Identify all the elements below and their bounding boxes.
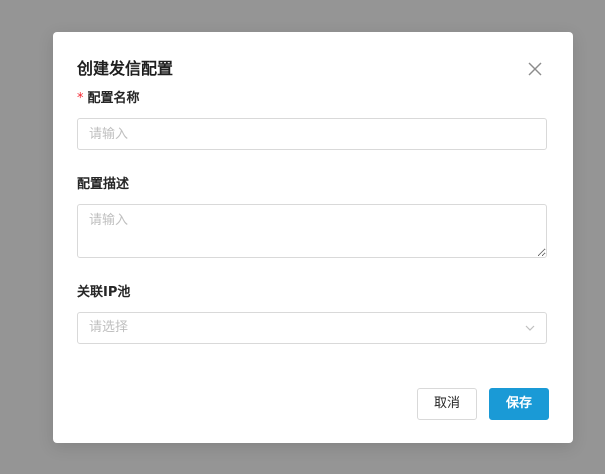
ip-pool-select[interactable]: 请选择 — [77, 312, 547, 344]
save-button[interactable]: 保存 — [489, 388, 549, 420]
cancel-button[interactable]: 取消 — [417, 388, 477, 420]
config-name-label: * 配置名称 — [77, 90, 140, 108]
config-description-textarea[interactable] — [77, 204, 547, 258]
required-mark: * — [77, 91, 84, 106]
create-send-config-dialog: 创建发信配置 *配置名称 配置描述 关联IP池 请选择 取消 保存 — [53, 32, 573, 443]
close-button[interactable] — [526, 60, 544, 78]
dialog-title: 创建发信配置 — [77, 59, 174, 78]
ip-pool-select-placeholder: 请选择 — [89, 320, 129, 335]
ip-pool-label: 关联IP池 — [77, 285, 131, 300]
close-icon — [528, 62, 542, 76]
config-description-label: 配置描述 — [77, 177, 130, 192]
chevron-down-icon — [525, 325, 535, 331]
config-name-input[interactable] — [77, 118, 547, 150]
config-name-label-text: 配置名称 — [87, 91, 140, 106]
